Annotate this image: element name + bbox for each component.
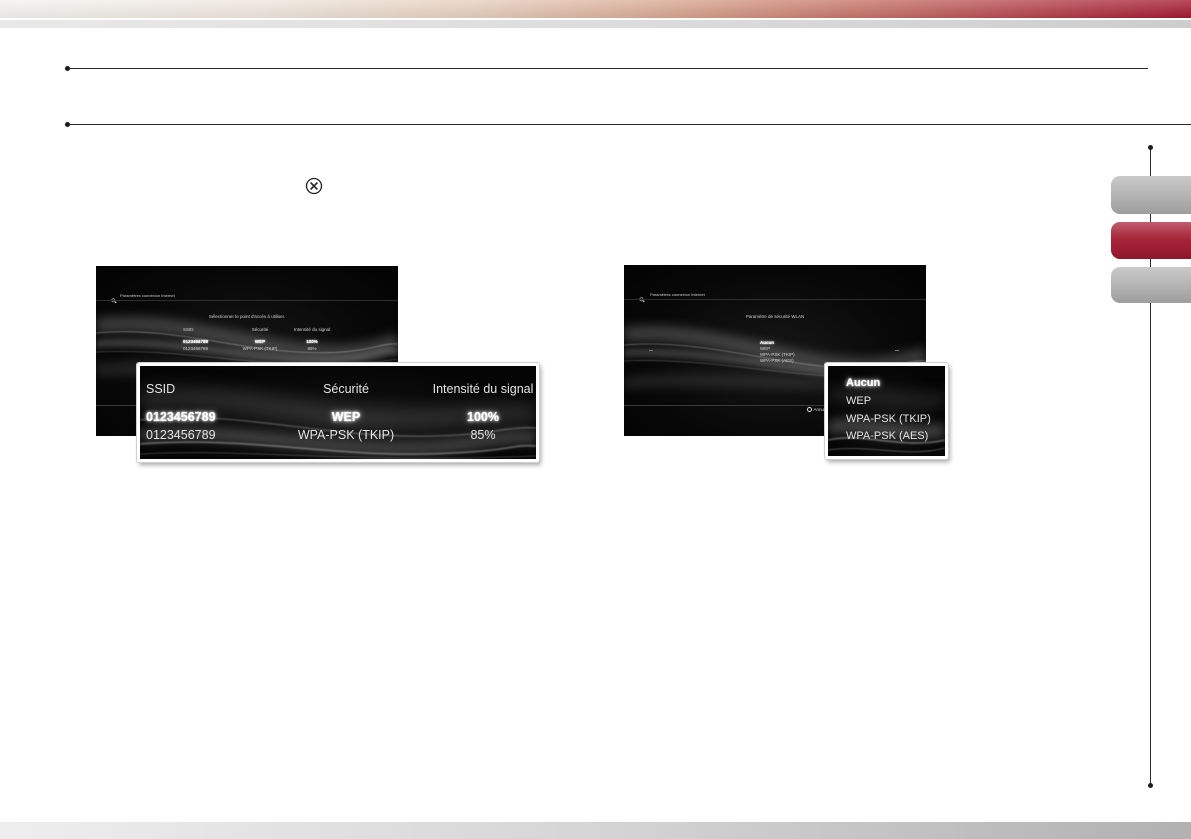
- column-header-security: Sécurité: [323, 382, 369, 396]
- screen-separator: [624, 299, 926, 300]
- section-rule-top: [67, 68, 1148, 69]
- security-option: WPA-PSK (TKIP): [760, 351, 795, 357]
- side-tab-1[interactable]: [1111, 176, 1191, 214]
- screen-prompt: Paramètre de sécurité WLAN: [745, 313, 805, 319]
- network-settings-icon: [111, 291, 117, 304]
- row-ssid: 0123456789: [183, 338, 209, 344]
- security-option: WEP: [846, 394, 872, 407]
- rule-dot: [1148, 783, 1153, 788]
- network-settings-icon: [639, 290, 645, 303]
- column-header-signal: Intensité du signal: [293, 326, 331, 332]
- security-option: WEP: [760, 345, 771, 351]
- row-ssid: 0123456789: [183, 345, 209, 351]
- screen-header: Paramètres connexion Internet: [650, 291, 705, 297]
- access-point-zoom-callout: SSID Sécurité Intensité du signal 012345…: [137, 363, 539, 462]
- rule-dot: [1148, 145, 1153, 150]
- screen-prompt: Sélectionner le point d'accès à utiliser…: [208, 313, 286, 319]
- scroll-left-indicator: [649, 350, 653, 351]
- row-security: WEP: [331, 410, 361, 424]
- smoke-wave: [140, 452, 536, 459]
- footer-gradient-bar: [0, 822, 1191, 839]
- circle-button-icon: [807, 407, 812, 413]
- rule-dot: [65, 66, 70, 71]
- screen-separator: [96, 300, 398, 301]
- row-security: WPA-PSK (TKIP): [297, 428, 395, 442]
- row-signal: 100%: [306, 338, 318, 344]
- row-signal: 100%: [467, 410, 499, 424]
- row-security: WEP: [254, 338, 266, 344]
- row-ssid: 0123456789: [146, 428, 216, 442]
- side-tab-3[interactable]: [1111, 267, 1191, 303]
- wlan-security-zoom-callout: Aucun WEP WPA-PSK (TKIP) WPA-PSK (AES): [825, 363, 948, 459]
- column-header-ssid: SSID: [183, 326, 194, 332]
- row-ssid: 0123456789: [146, 410, 216, 424]
- security-option: WPA-PSK (TKIP): [846, 412, 931, 425]
- screen-header: Paramètres connexion Internet: [120, 292, 175, 298]
- security-option: WPA-PSK (AES): [846, 429, 929, 442]
- smoke-wave: [828, 447, 945, 453]
- cancel-hint: Annul: [807, 407, 826, 413]
- column-header-signal: Intensité du signal: [432, 382, 534, 396]
- cross-button-icon: [305, 177, 323, 195]
- header-strip: [0, 20, 1191, 28]
- column-header-security: Sécurité: [251, 326, 269, 332]
- row-signal: 85%: [470, 428, 496, 442]
- row-security: WPA-PSK (TKIP): [242, 345, 278, 351]
- side-tab-2-active[interactable]: [1111, 222, 1191, 259]
- scroll-right-indicator: [895, 350, 899, 351]
- cancel-label: Annul: [813, 407, 826, 412]
- security-option: WPA-PSK (AES): [760, 357, 794, 363]
- column-header-ssid: SSID: [146, 382, 176, 396]
- header-gradient-bar: [0, 0, 1191, 18]
- rule-dot: [65, 122, 70, 127]
- row-signal: 85%: [307, 345, 317, 351]
- security-option: Aucun: [760, 339, 774, 345]
- security-option: Aucun: [846, 376, 881, 389]
- section-rule-bottom: [67, 124, 1191, 125]
